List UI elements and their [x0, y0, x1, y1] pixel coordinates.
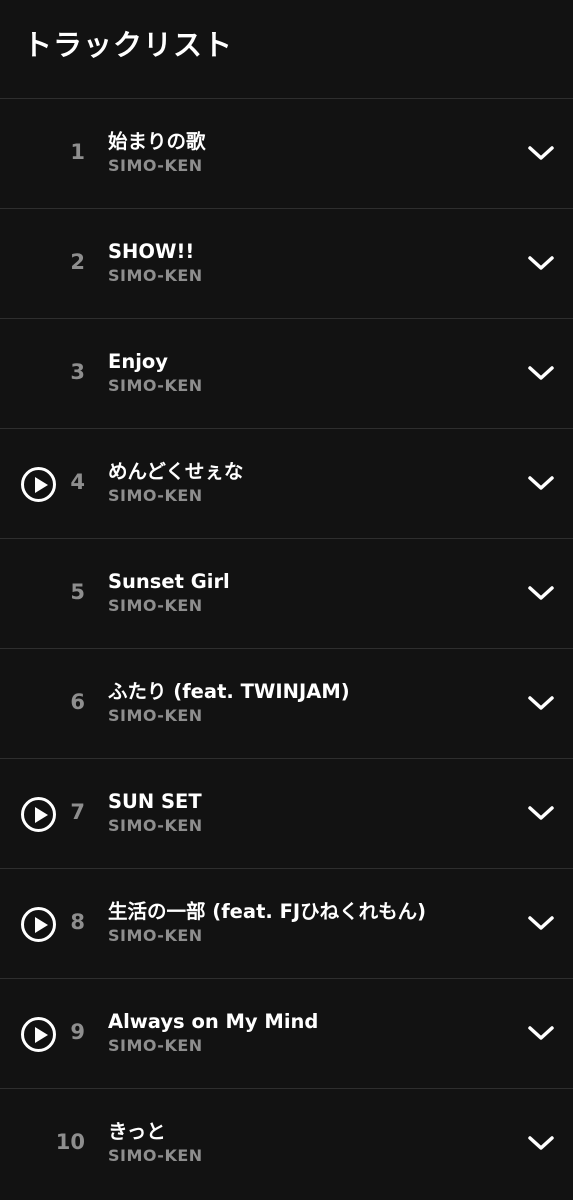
track-row-2[interactable]: 2 SHOW!! SIMO-KEN [0, 209, 573, 319]
track-info: ふたり (feat. TWINJAM) SIMO-KEN [108, 679, 483, 727]
track-title: めんどくせぇな [108, 460, 244, 483]
page-title: トラックリスト [23, 28, 234, 62]
track-row-8[interactable]: 8 生活の一部 (feat. FJひねくれもん) SIMO-KEN [0, 869, 573, 979]
track-row-7[interactable]: 7 SUN SET SIMO-KEN [0, 759, 573, 869]
track-number: 4 [70, 470, 85, 494]
track-info: SUN SET SIMO-KEN [108, 789, 483, 837]
track-row-3[interactable]: 3 Enjoy SIMO-KEN [0, 319, 573, 429]
track-number: 10 [55, 1130, 85, 1154]
track-number: 8 [70, 910, 85, 934]
track-title: ふたり (feat. TWINJAM) [108, 680, 350, 703]
track-artist: SIMO-KEN [108, 1036, 203, 1055]
chevron-down-icon[interactable] [524, 472, 558, 496]
track-info: Always on My Mind SIMO-KEN [108, 1009, 483, 1057]
play-circle-icon[interactable] [21, 467, 56, 502]
track-row-10[interactable]: 10 きっと SIMO-KEN [0, 1089, 573, 1199]
track-artist: SIMO-KEN [108, 156, 203, 175]
track-number: 6 [70, 690, 85, 714]
track-info: 生活の一部 (feat. FJひねくれもん) SIMO-KEN [108, 899, 483, 947]
track-artist: SIMO-KEN [108, 1146, 203, 1165]
track-row-6[interactable]: 6 ふたり (feat. TWINJAM) SIMO-KEN [0, 649, 573, 759]
header: トラックリスト [0, 0, 573, 99]
track-title: きっと [108, 1120, 166, 1143]
track-info: SHOW!! SIMO-KEN [108, 239, 483, 287]
track-artist: SIMO-KEN [108, 706, 203, 725]
track-artist: SIMO-KEN [108, 816, 203, 835]
play-triangle [35, 1027, 48, 1043]
track-info: Sunset Girl SIMO-KEN [108, 569, 483, 617]
play-triangle [35, 917, 48, 933]
track-number: 5 [70, 580, 85, 604]
chevron-down-icon[interactable] [524, 1132, 558, 1156]
play-triangle [35, 477, 48, 493]
track-title: Always on My Mind [108, 1010, 319, 1033]
play-circle-icon[interactable] [21, 797, 56, 832]
track-artist: SIMO-KEN [108, 926, 203, 945]
track-row-1[interactable]: 1 始まりの歌 SIMO-KEN [0, 99, 573, 209]
track-title: Sunset Girl [108, 570, 230, 593]
track-artist: SIMO-KEN [108, 596, 203, 615]
track-artist: SIMO-KEN [108, 486, 203, 505]
track-list: 1 始まりの歌 SIMO-KEN 2 SHOW!! SIMO-KEN 3 Enj… [0, 99, 573, 1199]
chevron-down-icon[interactable] [524, 692, 558, 716]
play-circle-icon[interactable] [21, 1017, 56, 1052]
play-circle-icon[interactable] [21, 907, 56, 942]
play-triangle [35, 807, 48, 823]
track-number: 3 [70, 360, 85, 384]
track-title: 始まりの歌 [108, 130, 206, 153]
chevron-down-icon[interactable] [524, 912, 558, 936]
track-artist: SIMO-KEN [108, 266, 203, 285]
track-artist: SIMO-KEN [108, 376, 203, 395]
chevron-down-icon[interactable] [524, 582, 558, 606]
track-info: きっと SIMO-KEN [108, 1119, 483, 1167]
track-row-9[interactable]: 9 Always on My Mind SIMO-KEN [0, 979, 573, 1089]
track-title: 生活の一部 (feat. FJひねくれもん) [108, 900, 427, 923]
track-row-5[interactable]: 5 Sunset Girl SIMO-KEN [0, 539, 573, 649]
track-info: 始まりの歌 SIMO-KEN [108, 129, 483, 177]
chevron-down-icon[interactable] [524, 142, 558, 166]
track-number: 7 [70, 800, 85, 824]
chevron-down-icon[interactable] [524, 1022, 558, 1046]
track-info: めんどくせぇな SIMO-KEN [108, 459, 483, 507]
chevron-down-icon[interactable] [524, 802, 558, 826]
track-number: 2 [70, 250, 85, 274]
track-title: SHOW!! [108, 240, 195, 263]
track-number: 1 [70, 140, 85, 164]
chevron-down-icon[interactable] [524, 252, 558, 276]
track-title: SUN SET [108, 790, 202, 813]
chevron-down-icon[interactable] [524, 362, 558, 386]
track-title: Enjoy [108, 350, 168, 373]
track-info: Enjoy SIMO-KEN [108, 349, 483, 397]
track-number: 9 [70, 1020, 85, 1044]
track-row-4[interactable]: 4 めんどくせぇな SIMO-KEN [0, 429, 573, 539]
